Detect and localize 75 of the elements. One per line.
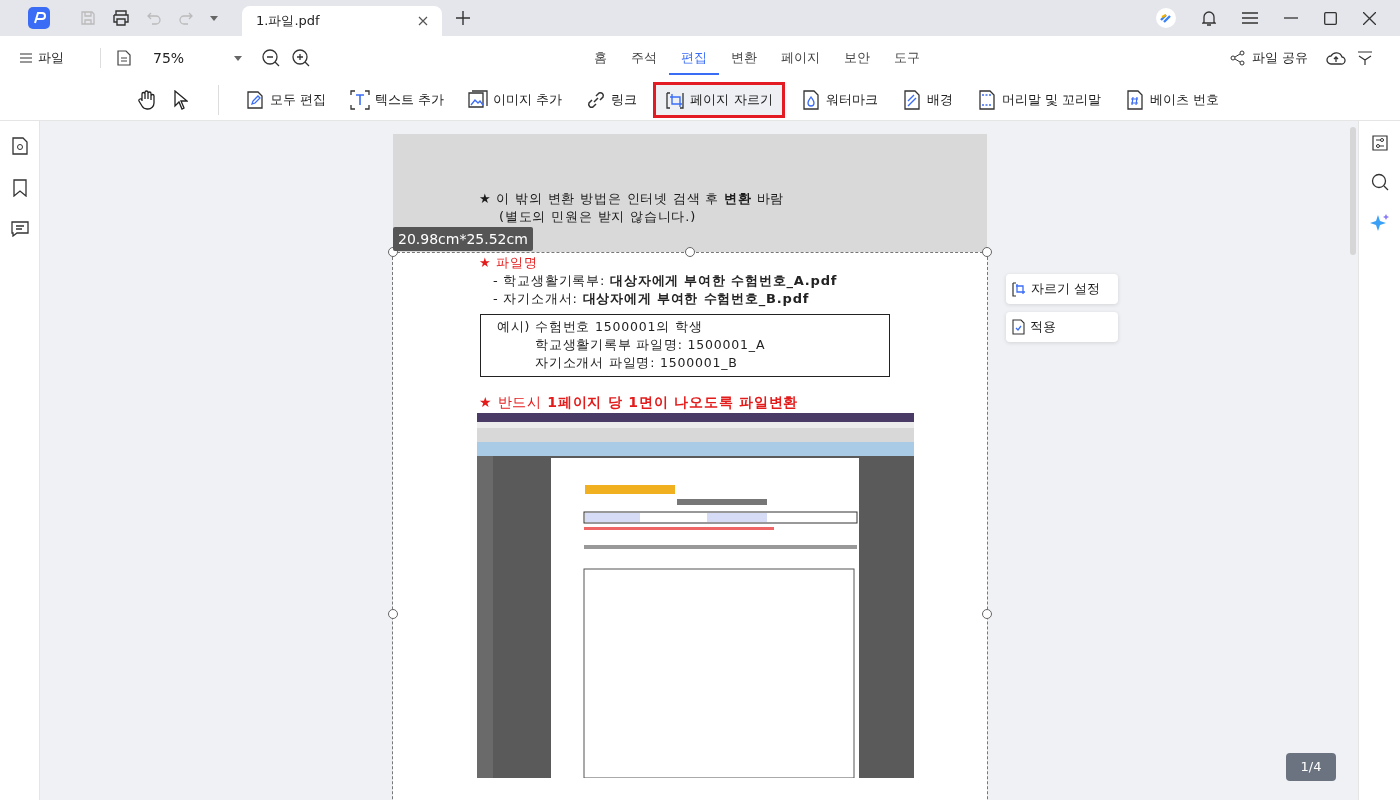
toolbar-button[interactable]: 머리말 및 꼬리말 [968, 82, 1109, 118]
document-tab[interactable]: 1.파일.pdf [242, 6, 442, 36]
image-icon [468, 90, 489, 110]
menu-tab[interactable]: 보안 [832, 41, 883, 75]
crop-handle[interactable] [685, 247, 695, 257]
page-indicator: 1/4 [1286, 753, 1336, 781]
toolbar-button[interactable]: 텍스트 추가 [342, 82, 453, 118]
page-heading: ★ 파일명 [479, 254, 539, 272]
close-icon[interactable] [1363, 11, 1376, 25]
maximize-icon[interactable] [1324, 11, 1337, 25]
menu-tab[interactable]: 변환 [719, 41, 770, 75]
comment-icon[interactable] [10, 221, 29, 237]
apply-button[interactable]: 적용 [1006, 312, 1118, 342]
print-icon[interactable] [112, 10, 130, 26]
menu-icon[interactable] [1242, 12, 1258, 24]
bell-icon[interactable] [1202, 10, 1216, 26]
text-box-icon [350, 90, 371, 110]
check-page-icon [1012, 319, 1025, 335]
hand-tool-icon[interactable] [138, 90, 156, 110]
toolbar-button[interactable]: 이미지 추가 [460, 82, 571, 118]
menu-tab[interactable]: 도구 [882, 41, 933, 75]
collapse-icon[interactable] [1358, 51, 1372, 65]
search-icon[interactable] [1370, 173, 1389, 191]
page-text: (별도의 민원은 받지 않습니다.) [498, 208, 698, 226]
crop-handle[interactable] [982, 609, 992, 619]
properties-icon[interactable] [1371, 135, 1388, 151]
example-text: 예시) 수험번호 1500001의 학생 [497, 318, 704, 336]
hash-icon [1124, 90, 1145, 110]
share-file-button[interactable]: 파일 공유 [1223, 48, 1314, 68]
toolbar-button[interactable]: 배경 [893, 82, 961, 118]
app-logo-icon[interactable] [28, 7, 50, 29]
example-text: 자기소개서 파일명: 1500001_B [534, 354, 739, 372]
page-text: - 학교생활기록부: 대상자에게 부여한 수험번호_A.pdf [492, 272, 839, 290]
example-text: 학교생활기록부 파일명: 1500001_A [534, 336, 767, 354]
share-icon [1229, 50, 1246, 66]
caret-icon[interactable] [210, 15, 218, 21]
file-menu-button[interactable]: 파일 [20, 49, 64, 67]
zoom-dropdown[interactable]: 75% [153, 50, 243, 66]
menu-tab[interactable]: 주석 [619, 41, 670, 75]
close-icon[interactable] [418, 16, 428, 26]
toolbar-button[interactable]: 워터마크 [792, 82, 886, 118]
link-icon [586, 90, 607, 110]
toolbar-button[interactable]: 페이지 자르기 [653, 82, 785, 118]
caret-icon [234, 55, 243, 61]
page-text: ★ 이 밖의 변환 방법은 인터넷 검색 후 변환 바람 [479, 190, 786, 208]
crop-handle[interactable] [388, 609, 398, 619]
dashed-page-icon [976, 90, 997, 110]
thumbnail-icon[interactable] [10, 137, 29, 155]
menu-tab[interactable]: 페이지 [769, 41, 833, 75]
menu-tab[interactable]: 홈 [582, 41, 620, 75]
crop-icon [665, 90, 686, 110]
page-text: - 자기소개서: 대상자에게 부여한 수험번호_B.pdf [492, 290, 811, 308]
toolbar-button[interactable]: 베이츠 번호 [1116, 82, 1227, 118]
hatched-page-icon [901, 90, 922, 110]
sparkle-icon[interactable] [1369, 213, 1390, 233]
toolbar-button[interactable]: 모두 편집 [237, 82, 335, 118]
bookmark-icon[interactable] [12, 179, 27, 197]
crop-handle[interactable] [982, 247, 992, 257]
crop-size-label: 20.98cm*25.52cm [393, 227, 533, 251]
toolbar-button[interactable]: 링크 [578, 82, 646, 118]
crop-settings-button[interactable]: 자르기 설정 [1006, 274, 1118, 304]
edit-icon [245, 90, 265, 110]
drop-icon [800, 90, 821, 110]
crop-icon [1012, 281, 1026, 297]
new-tab-icon[interactable] [456, 11, 470, 25]
menu-tab[interactable]: 편집 [669, 41, 720, 75]
zoom-in-icon[interactable] [292, 49, 311, 67]
tab-title: 1.파일.pdf [256, 12, 320, 30]
page-heading: ★ 반드시 1페이지 당 1면이 나오도록 파일변환 [479, 393, 800, 411]
page-view-icon[interactable] [117, 50, 131, 66]
pointer-icon[interactable] [174, 90, 188, 110]
zoom-out-icon[interactable] [262, 49, 281, 67]
menu-icon [20, 53, 32, 63]
account-icon[interactable] [1156, 8, 1176, 28]
cloud-upload-icon[interactable] [1326, 50, 1346, 66]
